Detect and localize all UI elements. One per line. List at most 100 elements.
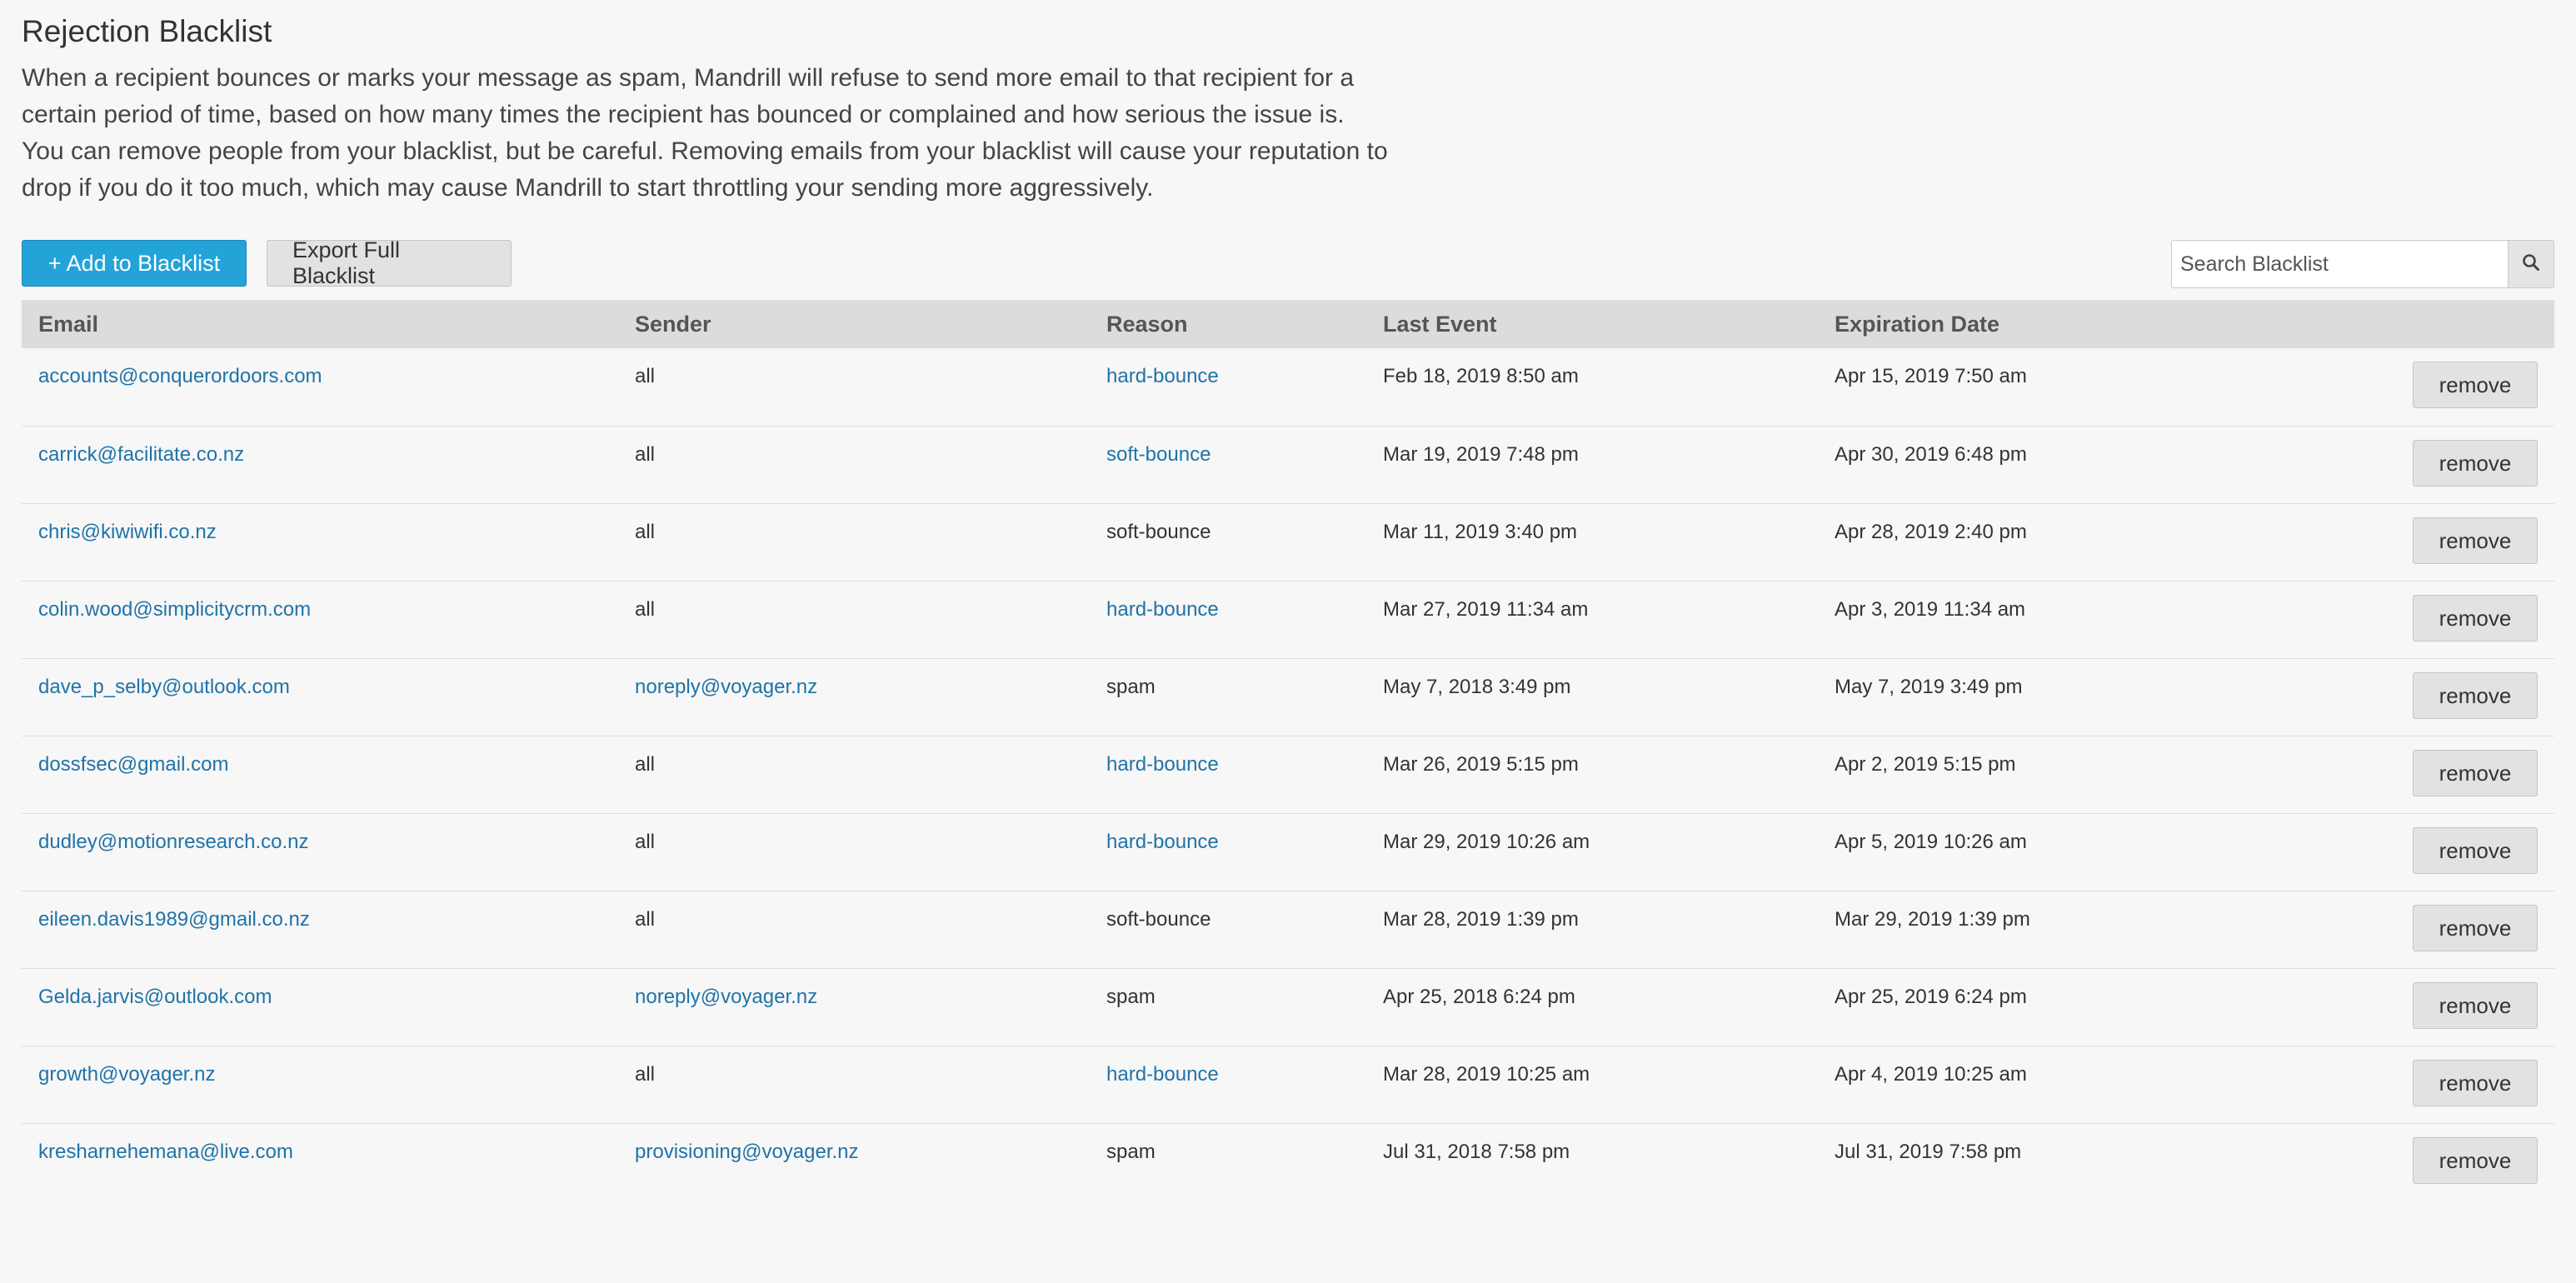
email-link[interactable]: carrick@facilitate.co.nz — [38, 443, 244, 466]
last-event-text-cell: Mar 27, 2019 11:34 am — [1366, 581, 1818, 659]
expiration-date-text-cell: Mar 29, 2019 1:39 pm — [1818, 891, 2269, 969]
sender-text-cell: all — [618, 426, 1090, 504]
sender-text: all — [635, 365, 656, 387]
email-link[interactable]: dave_p_selby@outlook.com — [38, 676, 290, 698]
last-event-text-cell: Mar 11, 2019 3:40 pm — [1366, 503, 1818, 582]
blacklist-page: Rejection Blacklist When a recipient bou… — [0, 0, 2576, 1201]
search-icon — [2522, 253, 2540, 276]
reason-link[interactable]: hard-bounce — [1106, 365, 1219, 387]
expiration-date-text: Apr 30, 2019 6:48 pm — [1835, 442, 2027, 466]
action-cell: remove — [2269, 736, 2554, 814]
column-header-email[interactable]: Email — [22, 300, 618, 348]
table-row: kresharnehemana@live.com provisioning@voy… — [22, 1123, 2554, 1201]
sender-text: all — [635, 752, 656, 776]
last-event-text-cell: Mar 26, 2019 5:15 pm — [1366, 736, 1818, 814]
sender-text: all — [635, 442, 656, 466]
remove-button[interactable]: remove — [2413, 671, 2538, 719]
reason-link[interactable]: hard-bounce — [1106, 831, 1219, 853]
sender-link-cell: noreply@voyager.nz — [618, 968, 1090, 1046]
reason-text-cell: soft-bounce — [1090, 891, 1366, 969]
add-to-blacklist-button[interactable]: + Add to Blacklist — [22, 240, 247, 287]
email-link-cell: carrick@facilitate.co.nz — [22, 426, 618, 504]
sender-text-cell: all — [618, 348, 1090, 427]
sender-text: all — [635, 1062, 656, 1086]
toolbar: + Add to Blacklist Export Full Blacklist — [22, 237, 2554, 290]
expiration-date-text: May 7, 2019 3:49 pm — [1835, 675, 2023, 698]
column-header-expiration-date[interactable]: Expiration Date — [1818, 300, 2269, 348]
email-link[interactable]: dudley@motionresearch.co.nz — [38, 831, 309, 853]
reason-link[interactable]: hard-bounce — [1106, 598, 1219, 621]
expiration-date-text-cell: Apr 28, 2019 2:40 pm — [1818, 503, 2269, 582]
last-event-text: May 7, 2018 3:49 pm — [1383, 675, 1571, 698]
expiration-date-text-cell: Apr 5, 2019 10:26 am — [1818, 813, 2269, 891]
reason-link[interactable]: soft-bounce — [1106, 443, 1211, 466]
reason-text: soft-bounce — [1106, 907, 1211, 931]
export-blacklist-button[interactable]: Export Full Blacklist — [267, 237, 512, 288]
action-cell: remove — [2269, 891, 2554, 969]
last-event-text: Mar 26, 2019 5:15 pm — [1383, 752, 1579, 776]
email-link-cell: accounts@conquerordoors.com — [22, 348, 618, 427]
remove-button[interactable]: remove — [2413, 826, 2538, 874]
table-row: eileen.davis1989@gmail.co.nz all soft-boun… — [22, 891, 2554, 969]
table-row: growth@voyager.nz all hard-bounce Mar 28, 2… — [22, 1046, 2554, 1124]
expiration-date-text-cell: Apr 15, 2019 7:50 am — [1818, 348, 2269, 427]
remove-button[interactable]: remove — [2413, 749, 2538, 796]
reason-link-cell: hard-bounce — [1090, 813, 1366, 891]
last-event-text-cell: May 7, 2018 3:49 pm — [1366, 658, 1818, 736]
email-link[interactable]: Gelda.jarvis@outlook.com — [38, 986, 272, 1008]
last-event-text-cell: Mar 29, 2019 10:26 am — [1366, 813, 1818, 891]
email-link-cell: colin.wood@simplicitycrm.com — [22, 581, 618, 659]
email-link[interactable]: growth@voyager.nz — [38, 1063, 215, 1086]
email-link[interactable]: chris@kiwiwifi.co.nz — [38, 521, 217, 543]
expiration-date-text-cell: Apr 3, 2019 11:34 am — [1818, 581, 2269, 659]
action-cell: remove — [2269, 968, 2554, 1046]
expiration-date-text-cell: May 7, 2019 3:49 pm — [1818, 658, 2269, 736]
expiration-date-text: Apr 3, 2019 11:34 am — [1835, 597, 2026, 621]
remove-button[interactable]: remove — [2413, 904, 2538, 951]
last-event-text-cell: Jul 31, 2018 7:58 pm — [1366, 1123, 1818, 1201]
column-header-sender[interactable]: Sender — [618, 300, 1090, 348]
blacklist-table: Email Sender Reason Last Event Expiratio… — [22, 300, 2554, 1201]
email-link-cell: dave_p_selby@outlook.com — [22, 658, 618, 736]
column-header-reason[interactable]: Reason — [1090, 300, 1366, 348]
table-row: colin.wood@simplicitycrm.com all hard-boun… — [22, 581, 2554, 659]
email-link[interactable]: kresharnehemana@live.com — [38, 1141, 293, 1163]
reason-text-cell: spam — [1090, 658, 1366, 736]
email-link[interactable]: accounts@conquerordoors.com — [38, 365, 322, 387]
sender-text-cell: all — [618, 736, 1090, 814]
remove-button[interactable]: remove — [2413, 439, 2538, 487]
sender-text-cell: all — [618, 891, 1090, 969]
search-box — [2171, 240, 2554, 288]
expiration-date-text: Apr 28, 2019 2:40 pm — [1835, 520, 2027, 543]
remove-button[interactable]: remove — [2413, 981, 2538, 1029]
email-link[interactable]: dossfsec@gmail.com — [38, 753, 228, 776]
table-row: accounts@conquerordoors.com all hard-bounc… — [22, 348, 2554, 427]
last-event-text: Mar 27, 2019 11:34 am — [1383, 597, 1589, 621]
remove-button[interactable]: remove — [2413, 1059, 2538, 1106]
sender-link[interactable]: noreply@voyager.nz — [635, 986, 817, 1008]
search-button[interactable] — [2508, 240, 2554, 288]
expiration-date-text-cell: Jul 31, 2019 7:58 pm — [1818, 1123, 2269, 1201]
last-event-text: Mar 29, 2019 10:26 am — [1383, 830, 1590, 853]
email-link[interactable]: eileen.davis1989@gmail.co.nz — [38, 908, 310, 931]
expiration-date-text-cell: Apr 25, 2019 6:24 pm — [1818, 968, 2269, 1046]
sender-text: all — [635, 597, 656, 621]
reason-text-cell: spam — [1090, 1123, 1366, 1201]
remove-button[interactable]: remove — [2413, 1136, 2538, 1184]
sender-link[interactable]: noreply@voyager.nz — [635, 676, 817, 698]
reason-text: soft-bounce — [1106, 520, 1211, 543]
sender-text-cell: all — [618, 813, 1090, 891]
remove-button[interactable]: remove — [2413, 594, 2538, 642]
remove-button[interactable]: remove — [2413, 517, 2538, 564]
action-cell: remove — [2269, 503, 2554, 582]
sender-link[interactable]: provisioning@voyager.nz — [635, 1141, 859, 1163]
action-cell: remove — [2269, 1046, 2554, 1124]
remove-button[interactable]: remove — [2413, 362, 2538, 408]
search-input[interactable] — [2171, 240, 2508, 288]
email-link[interactable]: colin.wood@simplicitycrm.com — [38, 598, 311, 621]
last-event-text: Mar 28, 2019 10:25 am — [1383, 1062, 1590, 1086]
reason-link[interactable]: hard-bounce — [1106, 753, 1219, 776]
reason-link[interactable]: hard-bounce — [1106, 1063, 1219, 1086]
column-header-last-event[interactable]: Last Event — [1366, 300, 1818, 348]
last-event-text-cell: Mar 28, 2019 1:39 pm — [1366, 891, 1818, 969]
